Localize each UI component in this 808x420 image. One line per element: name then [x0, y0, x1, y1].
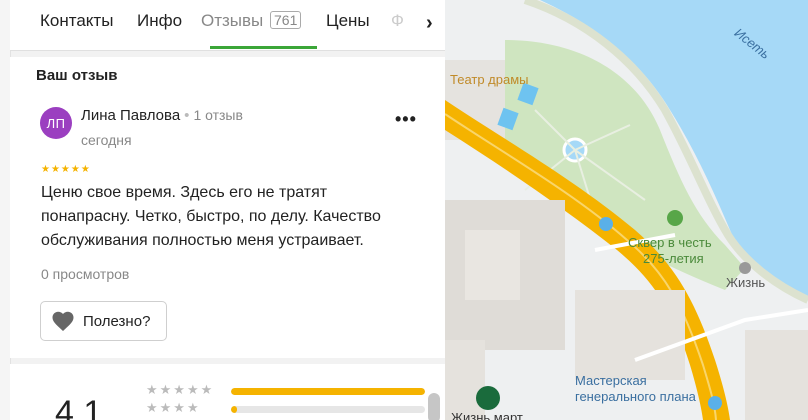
review-date: сегодня — [81, 132, 132, 148]
tab-reviews[interactable]: Отзывы 761 — [201, 11, 302, 31]
more-options-icon[interactable]: ••• — [395, 109, 417, 130]
park-icon — [667, 210, 683, 226]
rating-bar-5-fill — [231, 388, 425, 395]
useful-label: Полезно? — [83, 312, 151, 330]
building-block-3 — [745, 330, 808, 420]
map-label-park-2[interactable]: 275-летия — [643, 251, 704, 266]
building-block-4 — [445, 340, 485, 420]
rating-row-4-stars: ★★★★ — [146, 400, 201, 415]
map-label-theatre[interactable]: Театр драмы — [450, 72, 529, 87]
review-author: Лина Павлова • 1 отзыв — [81, 107, 243, 124]
rating-value: 4,1 — [55, 394, 103, 420]
store-icon[interactable] — [476, 386, 500, 410]
my-review-card: Ваш отзыв ЛП Лина Павлова • 1 отзыв сегодн… — [10, 57, 445, 358]
separator-dot: • — [184, 107, 190, 124]
tab-contacts[interactable]: Контакты — [40, 11, 113, 31]
rating-bar-5 — [231, 388, 425, 395]
bus-stop-icon — [599, 217, 613, 231]
tab-photos[interactable]: Ф — [391, 11, 404, 31]
shop-icon — [739, 262, 751, 274]
map-label-zhiznmart[interactable]: Жизнь март — [451, 410, 523, 420]
tab-info[interactable]: Инфо — [137, 11, 182, 31]
tab-prices[interactable]: Цены — [326, 11, 370, 31]
chevron-right-icon[interactable]: › — [426, 12, 433, 35]
active-tab-indicator — [210, 46, 317, 49]
map-label-park-1[interactable]: Сквер в честь — [628, 235, 712, 250]
author-name[interactable]: Лина Павлова — [81, 107, 180, 124]
map-view[interactable]: Театр драмы Исеть Сквер в честь 275-лети… — [445, 0, 808, 420]
building-1 — [465, 230, 520, 300]
bus-stop-icon-2 — [708, 396, 722, 410]
useful-button[interactable]: Полезно? — [40, 301, 167, 341]
tab-bar: Контакты Инфо Отзывы 761 Цены Ф › — [10, 0, 445, 51]
reviews-count-badge: 761 — [270, 11, 302, 29]
author-review-count: 1 отзыв — [193, 107, 243, 123]
avatar[interactable]: ЛП — [40, 107, 72, 139]
business-panel: Контакты Инфо Отзывы 761 Цены Ф › Ваш от… — [0, 0, 445, 420]
review-views: 0 просмотров — [41, 266, 130, 282]
map-label-masters-1[interactable]: Мастерская — [575, 373, 647, 388]
map-label-life[interactable]: Жизнь — [726, 275, 765, 290]
rating-bar-4 — [231, 406, 425, 413]
rating-summary: 4,1 ★★★★★ ★★★★ — [10, 364, 445, 420]
review-stars: ★★★★★ — [41, 164, 91, 175]
building-block-2 — [575, 290, 685, 380]
map-canvas[interactable] — [445, 0, 808, 420]
map-label-masters-2[interactable]: генерального плана — [575, 389, 696, 404]
rating-bar-4-fill — [231, 406, 237, 413]
heart-icon — [52, 311, 74, 331]
panel-scrollbar[interactable] — [428, 393, 440, 420]
rating-row-5-stars: ★★★★★ — [146, 382, 215, 397]
tab-reviews-label: Отзывы — [201, 11, 264, 30]
section-title: Ваш отзыв — [36, 67, 118, 84]
review-text: Ценю свое время. Здесь его не тратят пон… — [41, 184, 381, 249]
